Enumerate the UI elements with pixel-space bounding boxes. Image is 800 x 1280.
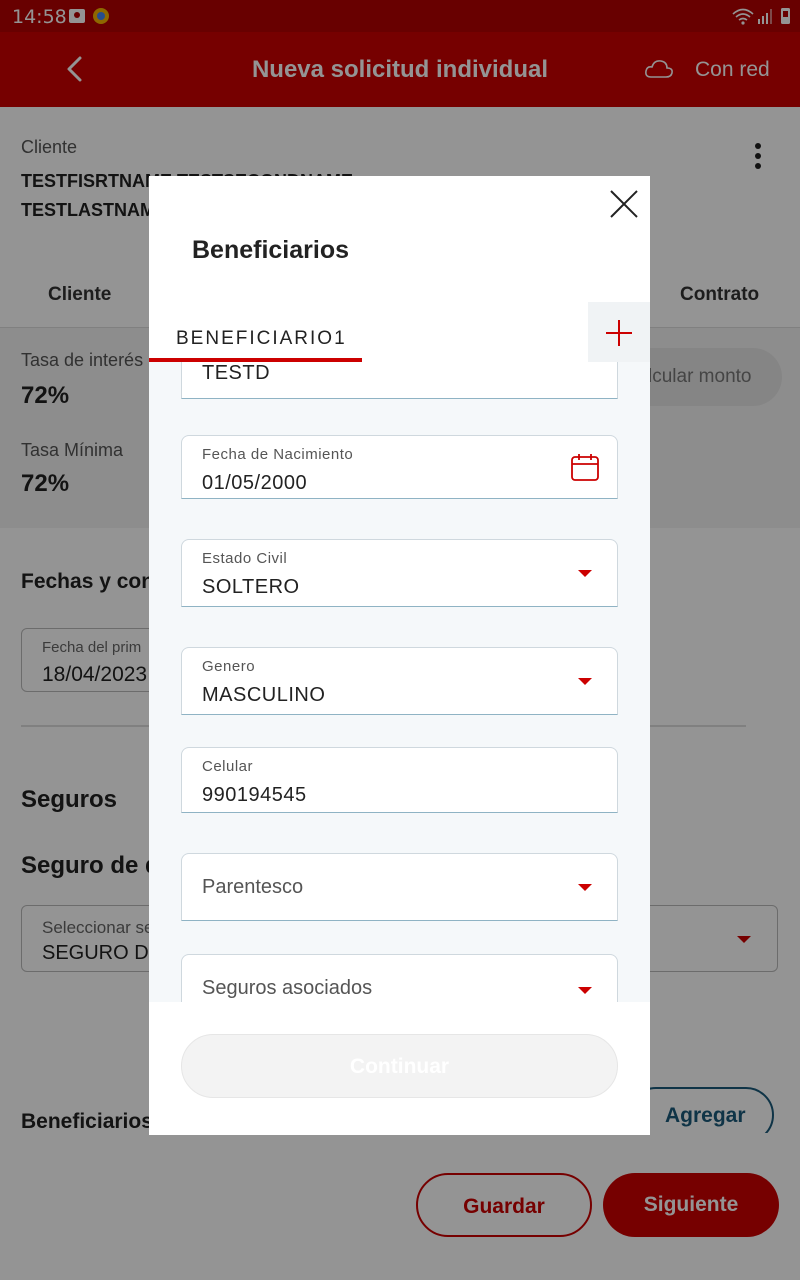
plus-icon[interactable] xyxy=(588,302,650,364)
birth-date-label: Fecha de Nacimiento xyxy=(202,446,354,463)
birth-date-value: 01/05/2000 xyxy=(202,472,308,494)
phone-label: Celular xyxy=(202,758,254,775)
dialog-title: Beneficiarios xyxy=(192,236,350,264)
dropdown-arrow-icon xyxy=(578,987,592,994)
dropdown-arrow-icon xyxy=(578,884,592,891)
gender-label: Genero xyxy=(202,658,256,675)
birth-date-field[interactable]: Fecha de Nacimiento 01/05/2000 xyxy=(181,435,618,499)
gender-select[interactable]: Genero MASCULINO xyxy=(181,647,618,715)
phone-field[interactable]: Celular 990194545 xyxy=(181,747,618,813)
tab-beneficiario1[interactable]: BENEFICIARIO1 xyxy=(149,324,362,362)
gender-value: MASCULINO xyxy=(202,684,326,706)
phone-value: 990194545 xyxy=(202,784,307,806)
relationship-select[interactable]: Parentesco xyxy=(181,853,618,921)
calendar-icon[interactable] xyxy=(570,452,600,482)
close-icon[interactable] xyxy=(608,188,640,220)
dropdown-arrow-icon xyxy=(578,570,592,577)
name-field[interactable]: TESTD xyxy=(181,362,618,399)
civil-status-select[interactable]: Estado Civil SOLTERO xyxy=(181,539,618,607)
relationship-placeholder: Parentesco xyxy=(202,876,304,898)
associated-insurance-select[interactable]: Seguros asociados xyxy=(181,954,618,1002)
name-value: TESTD xyxy=(202,362,271,384)
tab-label: BENEFICIARIO1 xyxy=(176,328,347,349)
associated-insurance-placeholder: Seguros asociados xyxy=(202,977,373,999)
civil-status-value: SOLTERO xyxy=(202,576,300,598)
beneficiary-form: TESTD Fecha de Nacimiento 01/05/2000 Est… xyxy=(149,362,650,1002)
continue-button[interactable]: Continuar xyxy=(181,1034,618,1098)
dropdown-arrow-icon xyxy=(578,678,592,685)
beneficiaries-dialog: Beneficiarios BENEFICIARIO1 TESTD Fecha … xyxy=(149,176,650,1135)
civil-status-label: Estado Civil xyxy=(202,550,288,567)
